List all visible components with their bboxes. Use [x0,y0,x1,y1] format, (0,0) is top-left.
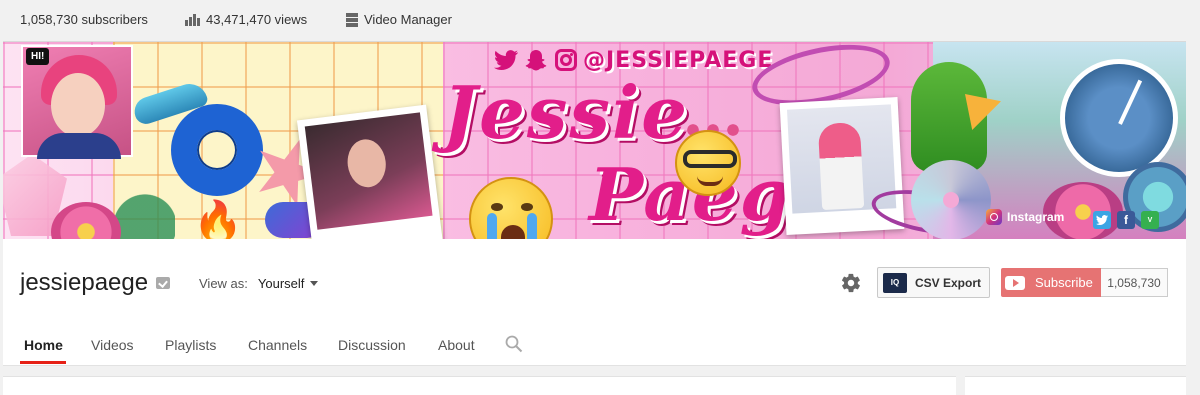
view-as-label: View as: [199,276,248,291]
csv-export-label: CSV Export [915,275,982,290]
views-stat: 43,471,470 views [185,12,307,27]
video-manager-label: Video Manager [364,12,452,27]
tab-discussion[interactable]: Discussion [338,337,406,353]
sidebar-card [965,376,1186,395]
csv-export-button[interactable]: IQ CSV Export [877,267,990,298]
gear-icon[interactable] [840,272,862,294]
verified-check-icon [156,277,171,289]
subscribe-button[interactable]: Subscribe [1001,268,1101,297]
vine-icon[interactable]: V [1141,211,1159,229]
polaroid-photo-1 [296,104,444,239]
instagram-link-label: Instagram [1007,210,1065,224]
channel-name-text: jessiepaege [20,269,149,296]
facebook-icon[interactable]: f [1117,211,1135,229]
avatar-face [51,73,105,137]
iq-logo-icon: IQ [883,272,907,293]
torus-graphic [171,104,263,196]
emoji-glasses [683,150,737,168]
youtube-play-icon [1005,275,1025,290]
view-as-control: View as: Yourself [199,276,319,291]
video-manager-icon [346,12,358,27]
chevron-down-icon [310,281,319,286]
subscribe-label: Subscribe [1035,275,1093,290]
subscriber-count-badge: 1,058,730 [1101,268,1168,297]
bar-chart-icon [185,13,200,26]
photo-glasses-portrait [304,112,433,230]
subscriber-stat: 1,058,730 subscribers [20,12,148,27]
nerd-emoji [675,130,741,196]
search-icon[interactable] [505,335,523,353]
banner-name-line-1: Jessie [443,70,690,155]
active-tab-indicator [20,361,66,364]
emoji-mouth [697,176,723,186]
video-manager-link[interactable]: Video Manager [346,12,452,27]
subscriber-count-text: 1,058,730 subscribers [20,12,148,27]
channel-name: jessiepaege [20,269,171,297]
channel-stats-bar: 1,058,730 subscribers 43,471,470 views V… [0,0,1200,40]
tab-videos[interactable]: Videos [91,337,134,353]
view-as-dropdown[interactable]: Yourself [258,276,319,291]
plant-graphic [115,154,175,239]
hi-speech-bubble: HI! [26,48,50,65]
tab-channels[interactable]: Channels [248,337,307,353]
twitter-icon[interactable] [1093,211,1111,229]
view-as-value: Yourself [257,276,305,291]
emoji-eye [491,203,503,211]
tab-playlists[interactable]: Playlists [165,337,216,353]
emoji-tear [487,213,497,239]
views-count-text: 43,471,470 views [206,12,308,27]
emoji-tear [527,213,537,239]
tab-home[interactable]: Home [24,337,63,353]
clock-logo-graphic [1060,59,1178,177]
avatar-shirt [37,133,121,159]
instagram-icon [986,209,1002,225]
emoji-mouth [501,225,525,239]
cd-disc-graphic [911,160,991,239]
tab-about[interactable]: About [438,337,475,353]
emoji-eye [521,203,533,211]
fire-emoji: 🔥 [193,200,243,239]
instagram-link[interactable]: Instagram [986,209,1064,225]
main-content-card [3,376,956,395]
banner-handle-text: @JESSIEPAEGE [583,47,774,73]
